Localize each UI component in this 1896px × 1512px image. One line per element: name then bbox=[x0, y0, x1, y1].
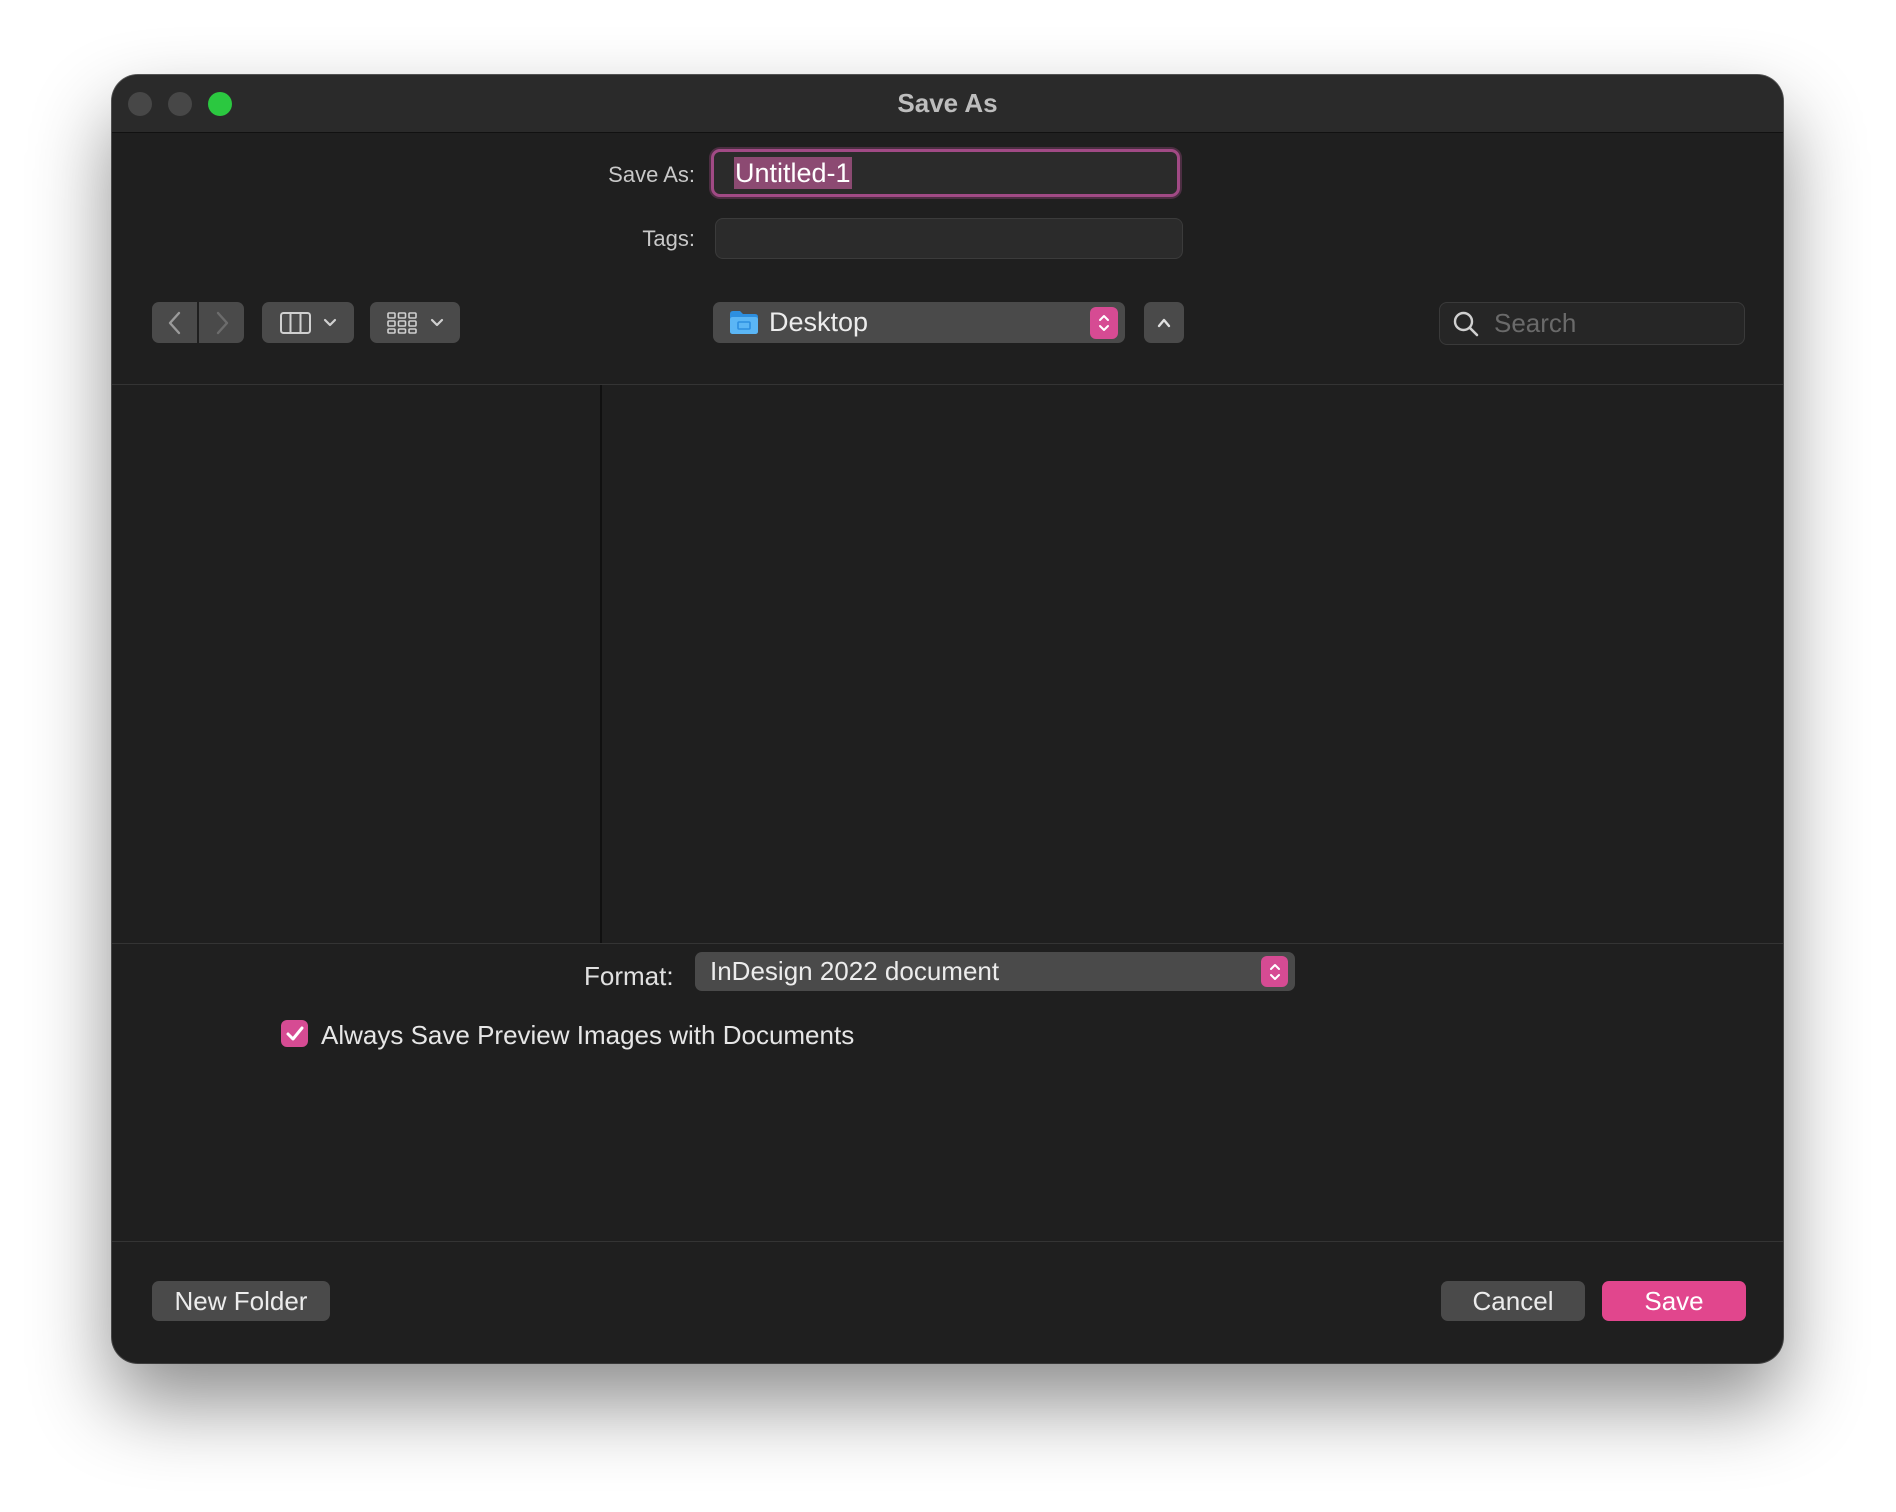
format-label: Format: bbox=[584, 961, 674, 991]
group-mode-button[interactable] bbox=[370, 302, 460, 343]
folder-icon bbox=[730, 311, 758, 334]
search-input[interactable] bbox=[1494, 303, 1734, 344]
location-label: Desktop bbox=[769, 307, 869, 337]
up-down-arrows-icon bbox=[1269, 963, 1280, 980]
column-divider[interactable] bbox=[600, 385, 602, 943]
filename-value: Untitled-1 bbox=[734, 157, 852, 189]
forward-button[interactable] bbox=[199, 302, 244, 343]
save-as-dialog: Save As Save As: Untitled-1 Tags: Deskto… bbox=[112, 75, 1783, 1363]
cancel-button[interactable]: Cancel bbox=[1441, 1281, 1585, 1321]
footer-divider bbox=[112, 1241, 1783, 1242]
search-field[interactable] bbox=[1439, 302, 1745, 345]
chevron-down-icon bbox=[430, 318, 444, 326]
file-browser[interactable] bbox=[112, 385, 1783, 943]
chevron-left-icon bbox=[168, 311, 180, 334]
format-value: InDesign 2022 document bbox=[710, 956, 1000, 986]
tags-input[interactable] bbox=[715, 218, 1183, 259]
save-button[interactable]: Save bbox=[1602, 1281, 1746, 1321]
filename-input[interactable]: Untitled-1 bbox=[711, 149, 1180, 197]
checkmark-icon bbox=[286, 1026, 303, 1040]
chevron-right-icon bbox=[216, 311, 228, 334]
preview-images-checkbox[interactable] bbox=[281, 1020, 308, 1047]
location-stepper bbox=[1090, 307, 1118, 339]
chevron-up-icon bbox=[1157, 318, 1171, 327]
preview-images-label[interactable]: Always Save Preview Images with Document… bbox=[321, 1020, 854, 1051]
search-icon bbox=[1453, 311, 1479, 337]
location-popup[interactable]: Desktop bbox=[713, 302, 1125, 343]
new-folder-button[interactable]: New Folder bbox=[152, 1281, 330, 1321]
title-bar: Save As bbox=[112, 75, 1783, 133]
collapse-button[interactable] bbox=[1144, 302, 1184, 343]
back-button[interactable] bbox=[152, 302, 197, 343]
save-as-label: Save As: bbox=[608, 162, 695, 187]
chevron-down-icon bbox=[323, 318, 337, 326]
grid-icon bbox=[387, 311, 417, 334]
view-mode-button[interactable] bbox=[262, 302, 354, 343]
browser-divider bbox=[112, 943, 1783, 944]
up-down-arrows-icon bbox=[1099, 315, 1109, 331]
window-title: Save As bbox=[897, 88, 998, 118]
format-stepper bbox=[1261, 956, 1288, 987]
tags-label: Tags: bbox=[642, 226, 695, 251]
format-popup[interactable]: InDesign 2022 document bbox=[695, 952, 1295, 991]
columns-icon bbox=[280, 311, 311, 334]
